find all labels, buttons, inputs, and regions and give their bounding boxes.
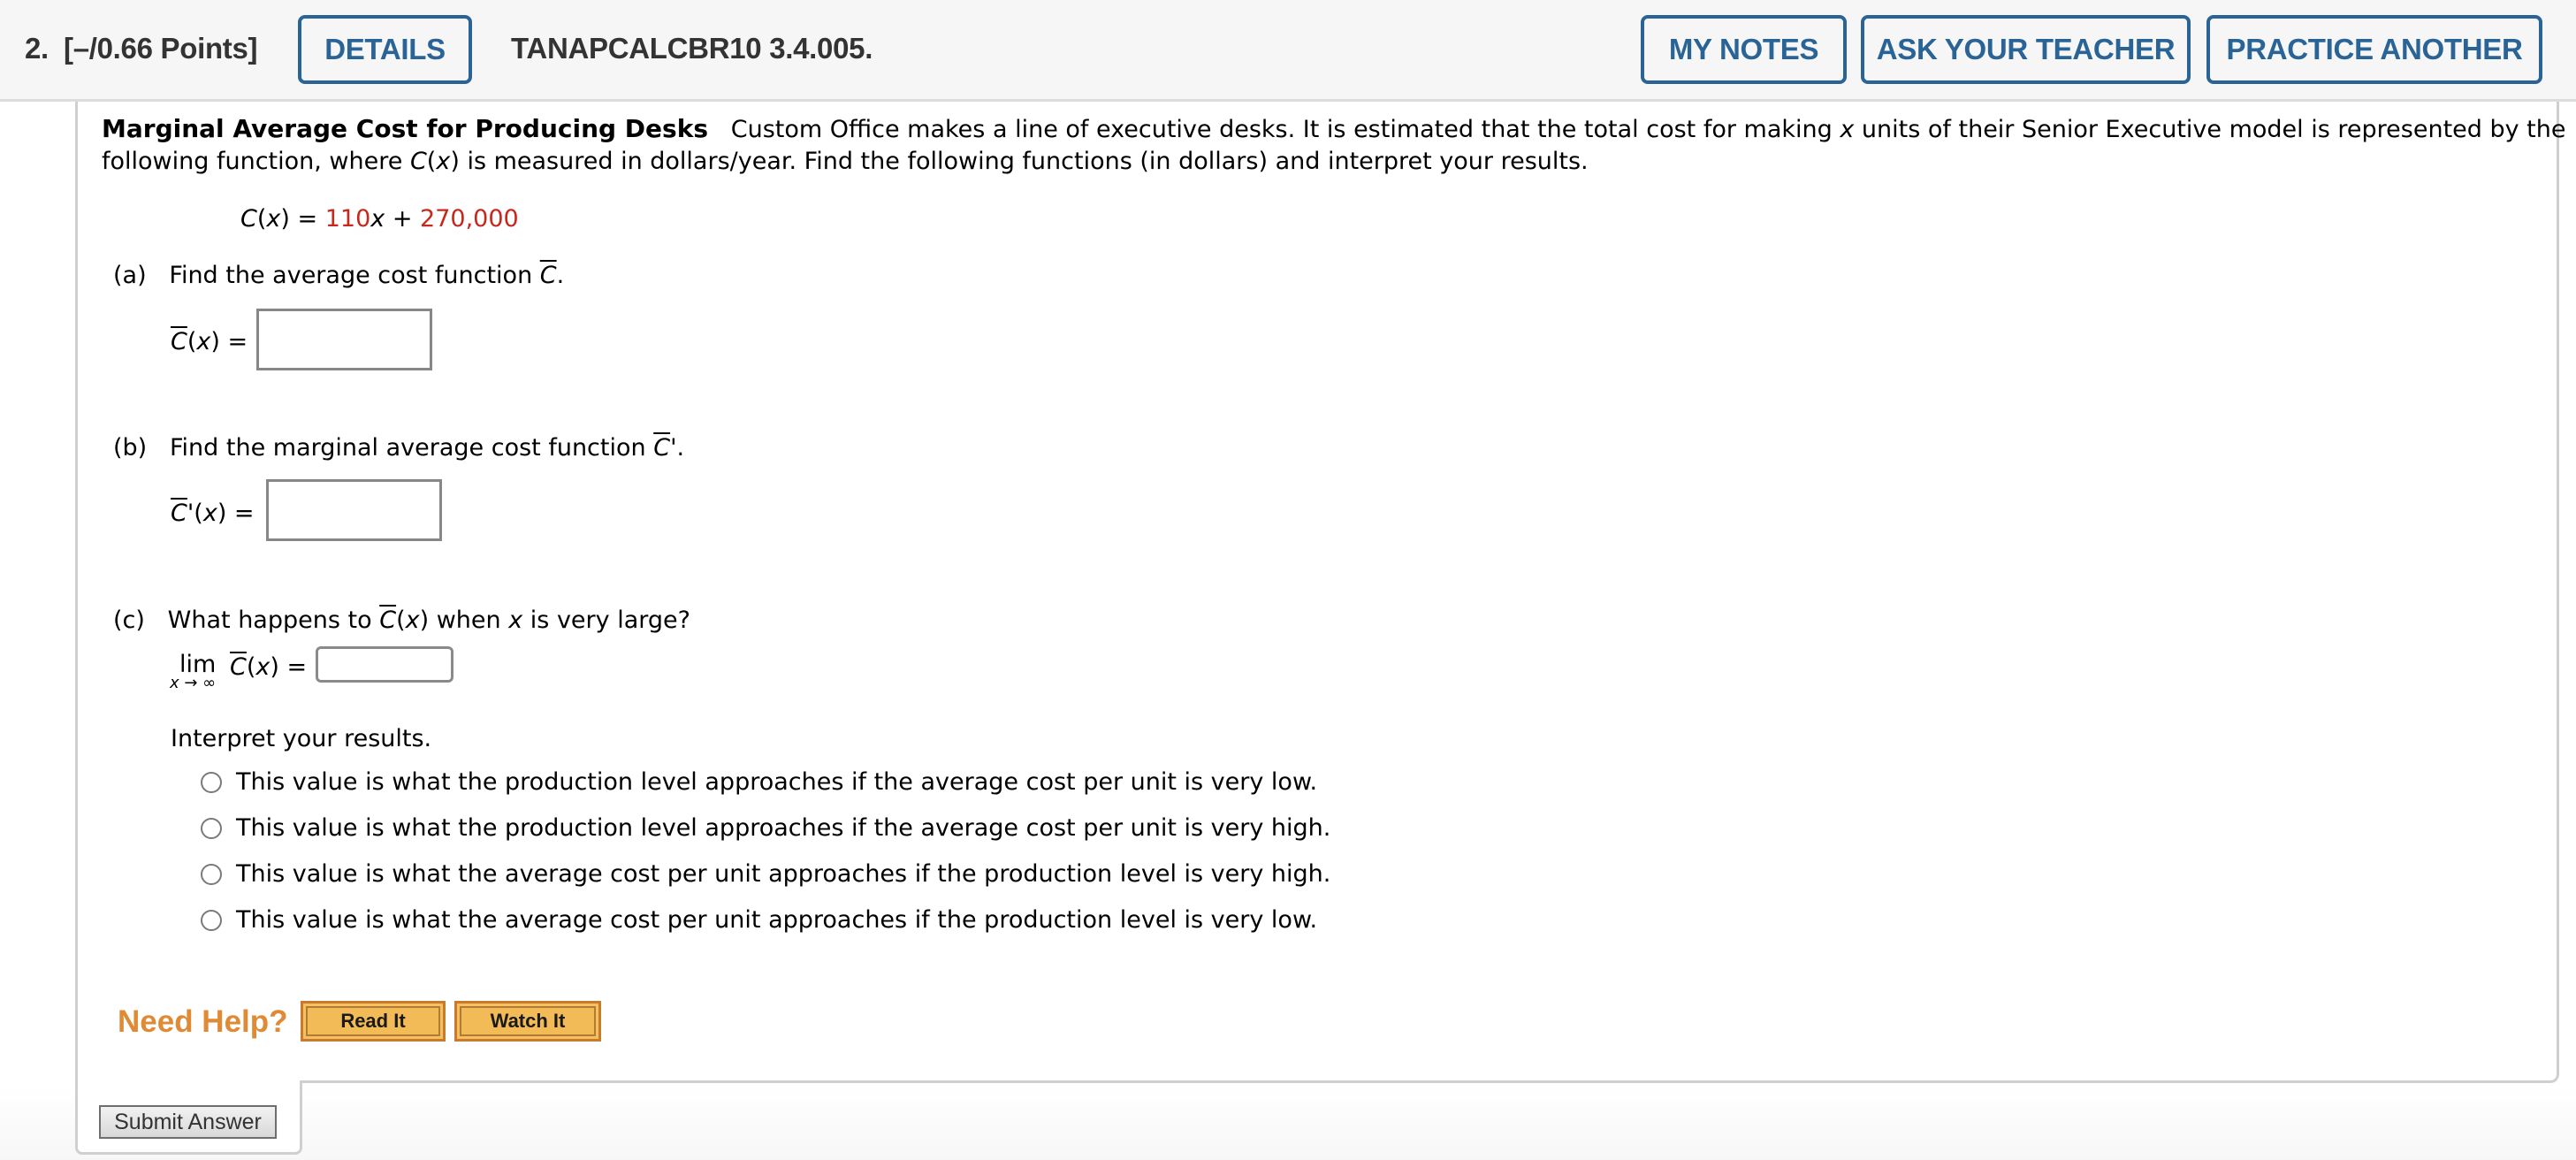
part-b-lhs: C'(x) = (171, 500, 255, 527)
part-b-end: '. (670, 434, 685, 462)
cost-equation: C(x) = 110x + 270,000 (240, 205, 519, 233)
problem-id: TANAPCALCBR10 3.4.005. (511, 32, 873, 65)
intro-line2-x: x (436, 148, 451, 175)
part-c-label: (c) (113, 607, 145, 634)
eq-x: x (266, 205, 281, 233)
submit-answer-button[interactable]: Submit Answer (99, 1105, 277, 1139)
problem-statement-line1: Marginal Average Cost for Producing Desk… (102, 114, 2566, 145)
intro-line2-paren: ( (426, 148, 437, 175)
c-bar-symbol: C (230, 653, 247, 681)
question-header: 2. [–/0.66 Points] DETAILS TANAPCALCBR10… (0, 0, 2576, 102)
c-bar-symbol: C (171, 328, 187, 355)
c-bar-symbol: C (171, 500, 187, 527)
eq-C: C (240, 205, 257, 233)
part-a-lhs: C(x) = (171, 328, 248, 355)
part-c-post: is very large? (522, 607, 690, 634)
limit-input[interactable] (318, 649, 451, 680)
option-radio-3[interactable] (201, 864, 222, 885)
limit-subscript: x → ∞ (170, 674, 217, 692)
details-button[interactable]: DETAILS (298, 15, 472, 84)
marginal-average-cost-input[interactable] (269, 482, 439, 538)
eq-constant: 270,000 (420, 205, 519, 233)
intro-text-post: units of their Senior Executive model is… (1854, 116, 2566, 143)
need-help-label: Need Help? (118, 1004, 288, 1039)
limit-answer-field[interactable] (316, 646, 453, 683)
option-radio-2[interactable] (201, 818, 222, 839)
option-radio-1[interactable] (201, 772, 222, 793)
part-c-text: What happens to (167, 607, 380, 634)
eq-var: x (370, 205, 385, 233)
page-footer-background (0, 1086, 2576, 1160)
x-var: x (255, 653, 271, 681)
x-var: x (202, 500, 217, 527)
part-a-text: Find the average cost function (169, 262, 540, 289)
option-label-2[interactable]: This value is what the production level … (236, 813, 1330, 843)
average-cost-input[interactable] (259, 311, 430, 368)
part-b-text: Find the marginal average cost function (169, 434, 654, 462)
intro-line2-C: C (409, 148, 427, 175)
problem-title: Marginal Average Cost for Producing Desk… (102, 114, 708, 143)
intro-var: x (1840, 116, 1855, 143)
part-c-lhs: C(x) = (230, 653, 308, 681)
intro-line2-pre: following function, where (102, 148, 410, 175)
c-bar-symbol: C (653, 434, 671, 462)
marginal-average-cost-answer-field[interactable] (266, 479, 442, 541)
option-label-4[interactable]: This value is what the average cost per … (236, 905, 1317, 935)
average-cost-answer-field[interactable] (256, 309, 432, 370)
option-label-1[interactable]: This value is what the production level … (236, 767, 1317, 798)
my-notes-button[interactable]: MY NOTES (1641, 15, 1847, 84)
part-c-mid: when (429, 607, 509, 634)
part-a-prompt: (a) Find the average cost function C. (113, 261, 564, 291)
part-a-end: . (556, 262, 565, 289)
option-label-3[interactable]: This value is what the average cost per … (236, 859, 1330, 889)
eq-plus: + (385, 205, 421, 233)
read-it-button[interactable]: Read It (301, 1001, 446, 1042)
c-bar-symbol: C (379, 607, 397, 634)
practice-another-button[interactable]: PRACTICE ANOTHER (2206, 15, 2542, 84)
part-b-prompt: (b) Find the marginal average cost funct… (113, 433, 684, 463)
question-panel (75, 102, 2559, 1083)
ask-your-teacher-button[interactable]: ASK YOUR TEACHER (1861, 15, 2191, 84)
x-var: x (196, 328, 211, 355)
part-b-label: (b) (113, 434, 148, 462)
option-radio-4[interactable] (201, 910, 222, 931)
part-a-label: (a) (113, 262, 147, 289)
c-bar-symbol: C (539, 262, 557, 289)
points-label: [–/0.66 Points] (64, 32, 258, 65)
interpret-label: Interpret your results. (171, 725, 432, 752)
question-number: 2. (25, 32, 49, 65)
part-c-prompt: (c) What happens to C(x) when x is very … (113, 607, 690, 634)
problem-statement-line2: following function, where C(x) is measur… (102, 147, 1589, 177)
intro-line2-rest: ) is measured in dollars/year. Find the … (450, 148, 1589, 175)
intro-text: Custom Office makes a line of executive … (730, 116, 1841, 143)
eq-coefficient: 110 (324, 205, 371, 233)
x-var: x (508, 607, 523, 634)
x-var: x (405, 607, 420, 634)
watch-it-button[interactable]: Watch It (454, 1001, 601, 1042)
